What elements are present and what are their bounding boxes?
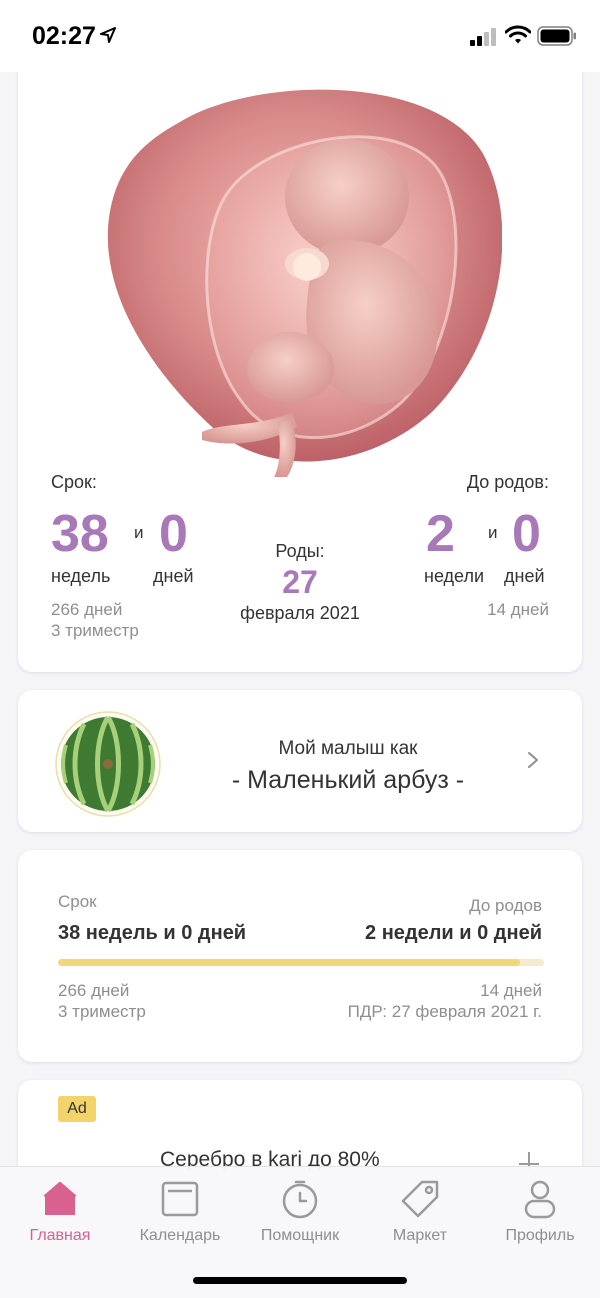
until-weeks-value: 2: [426, 505, 455, 563]
pregnancy-progress-bar: [58, 959, 544, 966]
until-label: До родов:: [466, 472, 549, 492]
tab-label: Помощник: [260, 1227, 340, 1244]
battery-icon: [537, 26, 576, 46]
weeks-unit: недель: [51, 566, 111, 586]
term-label: Срок: [58, 892, 97, 911]
ad-badge: Ad: [58, 1096, 96, 1122]
days-value: 0: [159, 505, 188, 563]
trimester: 3 триместр: [58, 1002, 146, 1021]
tab-home[interactable]: Главная: [0, 1175, 120, 1255]
calendar-icon: [161, 1181, 199, 1217]
tab-label: Маркет: [392, 1227, 448, 1244]
until-days-unit: дней: [504, 566, 545, 586]
chevron-right-icon[interactable]: [526, 750, 540, 770]
days-unit: дней: [153, 566, 194, 586]
home-icon: [43, 1182, 77, 1215]
due-date: ПДР: 27 февраля 2021 г.: [347, 1002, 542, 1021]
until-total-days: 14 дней: [487, 600, 549, 619]
baby-size-caption: Мой малыш как: [278, 738, 418, 759]
cellular-signal-icon: [470, 28, 496, 46]
until-days: 14 дней: [480, 981, 542, 1000]
baby-size-title: - Маленький арбуз -: [231, 766, 465, 794]
tab-market[interactable]: Маркет: [360, 1175, 480, 1255]
progress-card[interactable]: Срок 38 недель и 0 дней До родов 2 недел…: [18, 850, 582, 1062]
term-label: Срок:: [51, 472, 97, 492]
term-value: 38 недель и 0 дней: [58, 922, 247, 944]
and-label: и: [488, 523, 498, 542]
total-days: 266 дней: [58, 981, 130, 1000]
clock-icon: [282, 1180, 318, 1219]
tab-label: Главная: [29, 1227, 91, 1244]
until-value: 2 недели и 0 дней: [365, 922, 542, 944]
tab-label: Профиль: [505, 1227, 575, 1244]
pregnancy-summary-card[interactable]: Срок: 38 и 0 недель дней 266 дней 3 трим…: [18, 50, 582, 672]
birth-day: 27: [282, 564, 318, 600]
total-days: 266 дней: [51, 600, 123, 619]
birth-label: Роды:: [275, 541, 325, 561]
status-bar: 02:27: [0, 0, 600, 72]
and-label: и: [134, 523, 144, 542]
birth-month-year: февраля 2021: [240, 603, 360, 623]
tab-profile[interactable]: Профиль: [480, 1175, 600, 1255]
wifi-icon: [505, 25, 531, 44]
tab-assistant[interactable]: Помощник: [240, 1175, 360, 1255]
weeks-value: 38: [51, 505, 109, 563]
trimester: 3 триместр: [51, 621, 139, 640]
until-label: До родов: [469, 896, 542, 915]
status-time: 02:27: [32, 22, 96, 50]
baby-size-card[interactable]: Мой малыш как - Маленький арбуз -: [18, 690, 582, 832]
profile-icon: [524, 1180, 556, 1219]
until-days-value: 0: [512, 505, 541, 563]
tab-label: Календарь: [139, 1227, 221, 1244]
tag-icon: [401, 1180, 439, 1218]
progress-bar-fill: [58, 959, 520, 966]
watermelon-image: [55, 711, 161, 817]
tab-calendar[interactable]: Календарь: [120, 1175, 240, 1255]
until-weeks-unit: недели: [424, 566, 485, 586]
fetus-illustration: [107, 89, 502, 477]
home-indicator: [193, 1277, 407, 1284]
location-arrow-icon: [100, 27, 116, 43]
